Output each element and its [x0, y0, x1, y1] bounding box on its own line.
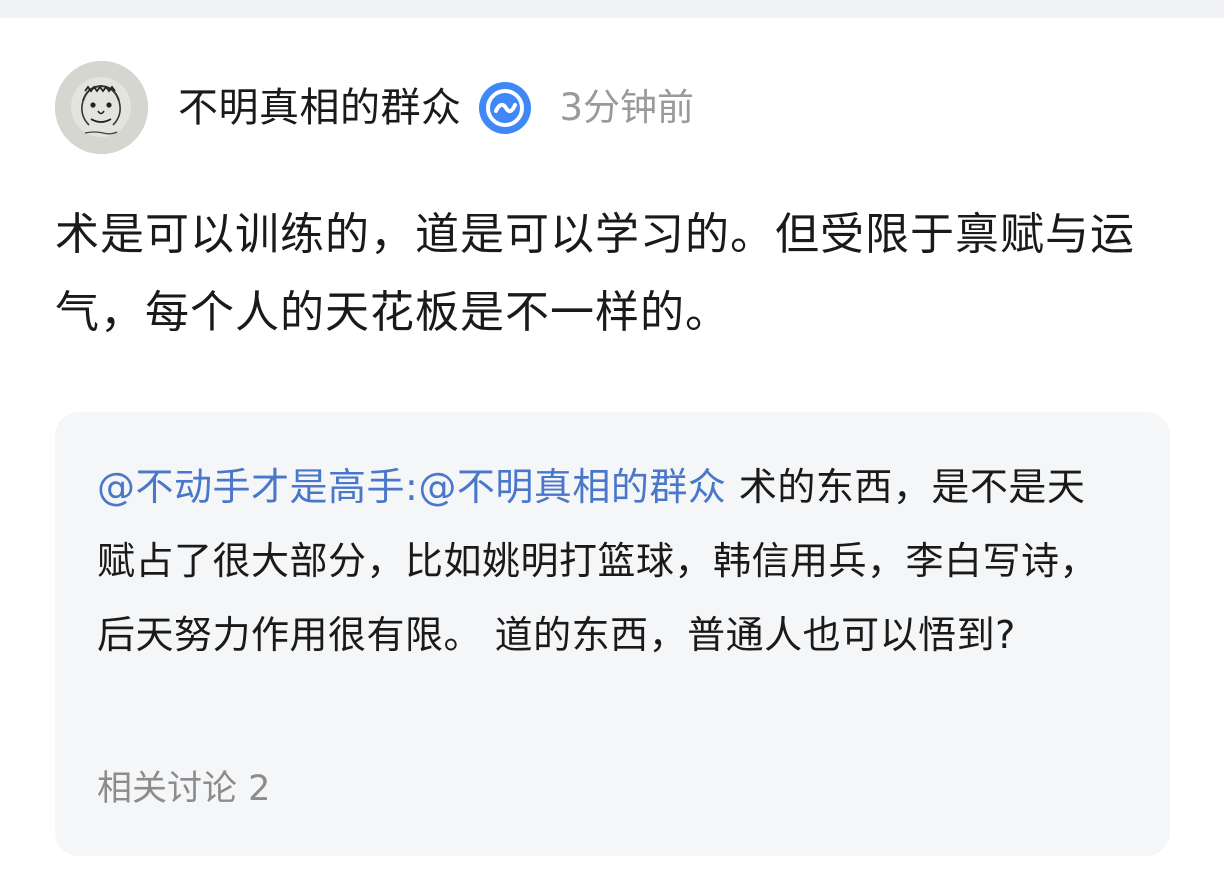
avatar-sketch-icon: [55, 61, 148, 154]
mention-separator: :: [405, 465, 419, 509]
quoted-post-text: @不动手才是高手:@不明真相的群众 术的东西，是不是天赋占了很大部分，比如姚明打…: [97, 450, 1107, 672]
author-name[interactable]: 不明真相的群众: [178, 88, 462, 128]
mention-link[interactable]: @不明真相的群众: [418, 465, 726, 509]
quoted-post-card[interactable]: @不动手才是高手:@不明真相的群众 术的东西，是不是天赋占了很大部分，比如姚明打…: [55, 412, 1170, 856]
post-header: 不明真相的群众 3分钟前: [55, 60, 694, 155]
post-time: 3分钟前: [559, 86, 695, 129]
related-discussion-link[interactable]: 相关讨论 2: [97, 772, 270, 807]
verified-icon: [478, 81, 532, 135]
avatar[interactable]: [55, 61, 148, 154]
post-content: 术是可以训练的，道是可以学习的。但受限于禀赋与运气，每个人的天花板是不一样的。: [55, 209, 1135, 338]
mention-link[interactable]: @不动手才是高手: [97, 465, 405, 509]
top-strip: [0, 0, 1224, 18]
